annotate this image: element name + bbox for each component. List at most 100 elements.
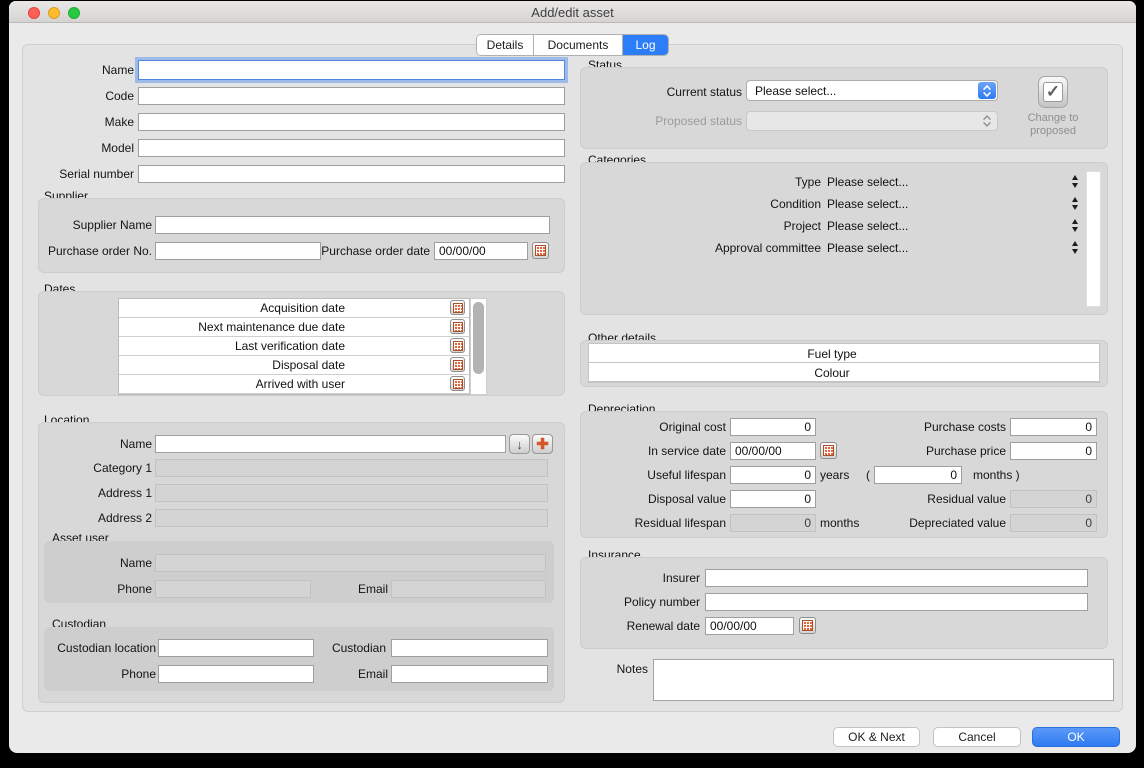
custodian-input[interactable] — [391, 639, 548, 657]
notes-textarea[interactable] — [653, 659, 1114, 701]
useful-lifespan-input[interactable] — [730, 466, 816, 484]
date-row: Last verification date — [119, 337, 469, 356]
updown-stepper-icon[interactable] — [1070, 196, 1080, 210]
purchase-costs-label: Purchase costs — [866, 420, 1006, 434]
current-status-select[interactable]: Please select... — [746, 80, 998, 101]
custodian-phone-label: Phone — [46, 667, 156, 681]
residual-lifespan-input — [730, 514, 816, 532]
ok-button[interactable]: OK — [1032, 727, 1120, 747]
down-arrow-icon[interactable]: ↓ — [509, 434, 530, 454]
current-status-value: Please select... — [755, 84, 836, 98]
name-label: Name — [24, 63, 134, 77]
dates-scrollbar-thumb[interactable] — [473, 302, 484, 374]
dates-scrollbar-track[interactable] — [470, 298, 487, 395]
depreciated-value-input — [1010, 514, 1097, 532]
po-number-input[interactable] — [155, 242, 321, 260]
tab-log[interactable]: Log — [623, 35, 668, 55]
category-approval-committee-label: Approval committee — [651, 241, 821, 255]
updown-stepper-icon[interactable] — [1070, 174, 1080, 188]
po-date-input[interactable] — [434, 242, 528, 260]
make-input[interactable] — [138, 113, 565, 131]
calendar-icon[interactable] — [450, 357, 465, 372]
name-input[interactable] — [138, 60, 565, 80]
useful-lifespan-unit: years — [820, 468, 849, 482]
asset-user-phone-label: Phone — [42, 582, 152, 596]
disposal-value-label: Disposal value — [596, 492, 726, 506]
date-row-label: Last verification date — [235, 339, 345, 353]
category-type-value[interactable]: Please select... — [827, 175, 908, 189]
months-close-paren: months ) — [973, 468, 1020, 482]
lifespan-months-input[interactable] — [874, 466, 962, 484]
plus-icon[interactable]: ✚ — [532, 434, 553, 454]
calendar-icon[interactable] — [799, 617, 816, 634]
category-condition-value[interactable]: Please select... — [827, 197, 908, 211]
ok-next-button[interactable]: OK & Next — [833, 727, 920, 747]
purchase-costs-input[interactable] — [1010, 418, 1097, 436]
category-approval-committee-value[interactable]: Please select... — [827, 241, 908, 255]
calendar-icon[interactable] — [450, 376, 465, 391]
calendar-glyph — [453, 322, 463, 332]
depreciated-value-label: Depreciated value — [866, 516, 1006, 530]
address1-input — [155, 484, 548, 502]
date-row-label: Disposal date — [272, 358, 345, 372]
tab-details[interactable]: Details — [477, 35, 534, 55]
serial-number-label: Serial number — [24, 167, 134, 181]
change-to-proposed-label: Change to proposed — [1013, 112, 1093, 138]
updown-stepper-icon[interactable] — [1070, 218, 1080, 232]
custodian-label: Custodian — [276, 641, 386, 655]
po-number-label: Purchase order No. — [32, 244, 152, 258]
residual-lifespan-unit: months — [820, 516, 859, 530]
model-input[interactable] — [138, 139, 565, 157]
months-open-paren: ( — [866, 468, 870, 482]
custodian-email-input[interactable] — [391, 665, 548, 683]
category-condition-label: Condition — [651, 197, 821, 211]
date-row-label: Next maintenance due date — [198, 320, 345, 334]
residual-lifespan-label: Residual lifespan — [596, 516, 726, 530]
insurer-input[interactable] — [705, 569, 1088, 587]
cancel-button[interactable]: Cancel — [933, 727, 1021, 747]
original-cost-input[interactable] — [730, 418, 816, 436]
calendar-icon[interactable] — [532, 242, 549, 259]
date-row-label: Arrived with user — [256, 377, 345, 391]
calendar-icon[interactable] — [820, 442, 837, 459]
useful-lifespan-label: Useful lifespan — [596, 468, 726, 482]
asset-user-name-label: Name — [42, 556, 152, 570]
disposal-value-input[interactable] — [730, 490, 816, 508]
policy-number-input[interactable] — [705, 593, 1088, 611]
supplier-name-label: Supplier Name — [42, 218, 152, 232]
change-to-proposed-button[interactable]: ✓ — [1038, 76, 1068, 108]
calendar-icon[interactable] — [450, 300, 465, 315]
dropdown-stepper-icon — [978, 82, 996, 99]
add-edit-asset-dialog: Add/edit asset Details Documents Log Nam… — [9, 1, 1136, 753]
other-detail-row[interactable]: Fuel type — [589, 344, 1099, 363]
date-row: Arrived with user — [119, 375, 469, 394]
category-project-label: Project — [651, 219, 821, 233]
calendar-icon[interactable] — [450, 338, 465, 353]
checkmark-icon: ✓ — [1043, 82, 1063, 102]
dropdown-stepper-icon — [978, 113, 996, 129]
purchase-price-input[interactable] — [1010, 442, 1097, 460]
renewal-date-label: Renewal date — [590, 619, 700, 633]
categories-scrollbar-track[interactable] — [1086, 171, 1101, 307]
category-project-value[interactable]: Please select... — [827, 219, 908, 233]
other-detail-row[interactable]: Colour — [589, 363, 1099, 382]
supplier-name-input[interactable] — [155, 216, 550, 234]
updown-stepper-icon[interactable] — [1070, 240, 1080, 254]
calendar-icon[interactable] — [450, 319, 465, 334]
insurer-label: Insurer — [590, 571, 700, 585]
in-service-date-input[interactable] — [730, 442, 816, 460]
purchase-price-label: Purchase price — [866, 444, 1006, 458]
code-label: Code — [24, 89, 134, 103]
location-name-input[interactable] — [155, 435, 506, 453]
other-details-list: Fuel type Colour — [588, 343, 1100, 383]
serial-number-input[interactable] — [138, 165, 565, 183]
date-row: Acquisition date — [119, 299, 469, 318]
code-input[interactable] — [138, 87, 565, 105]
renewal-date-input[interactable] — [705, 617, 794, 635]
asset-user-email-input — [391, 580, 546, 598]
address1-label: Address 1 — [42, 486, 152, 500]
calendar-glyph — [453, 360, 463, 370]
residual-value-input — [1010, 490, 1097, 508]
asset-user-email-label: Email — [278, 582, 388, 596]
tab-documents[interactable]: Documents — [534, 35, 623, 55]
